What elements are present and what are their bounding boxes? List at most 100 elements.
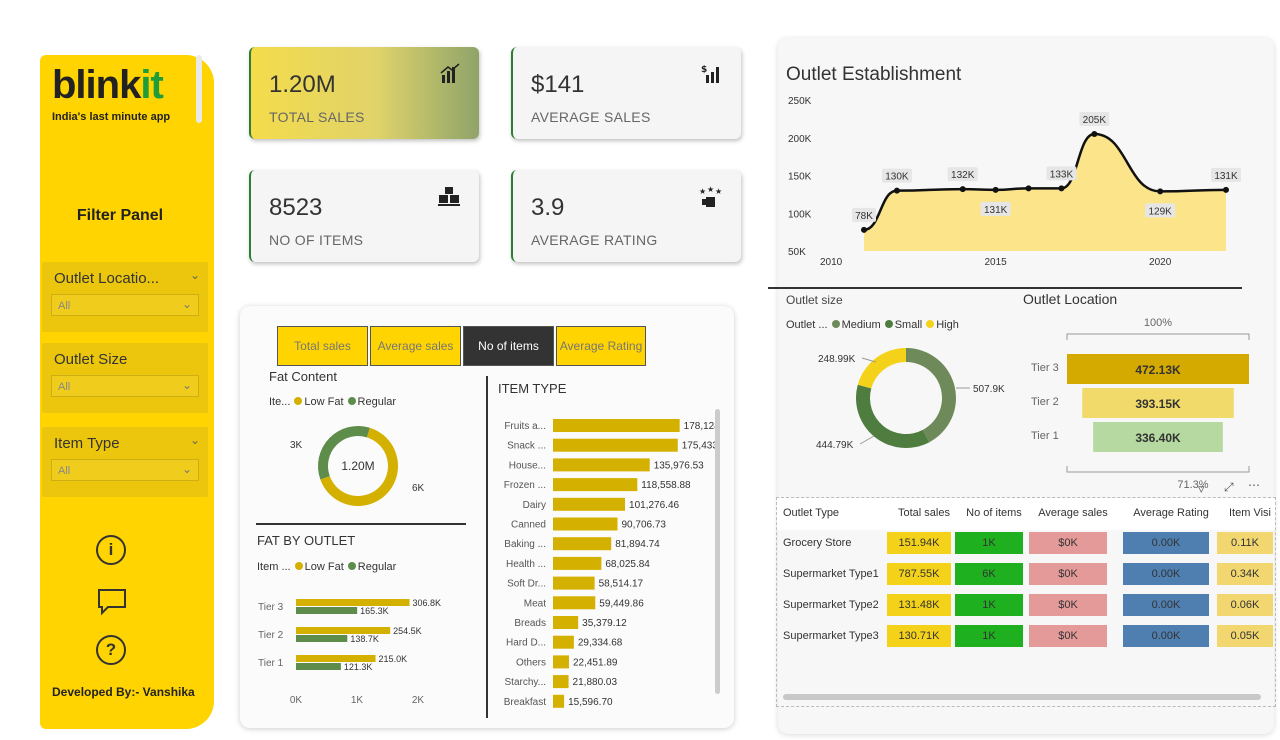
data-point: [959, 186, 966, 193]
y-tick-label: 250K: [788, 96, 812, 107]
chevron-down-icon[interactable]: ⌄: [190, 433, 200, 447]
data-label: 90,706.73: [622, 520, 667, 531]
table-cell: 131.48K: [887, 594, 951, 616]
item-type-bar: [553, 556, 602, 570]
item-type-bar: [553, 497, 626, 511]
more-options-icon[interactable]: ⋯: [1248, 478, 1260, 492]
right-panel: Outlet Establishment 250K 200K 150K 100K 50K…: [768, 38, 1276, 734]
horizontal-scrollbar[interactable]: [783, 694, 1261, 700]
stars-icon: ★ ★ ★: [699, 185, 723, 213]
tab-total-sales[interactable]: Total sales: [277, 326, 368, 366]
kpi-label: AVERAGE SALES: [531, 109, 651, 125]
data-label: 22,451.89: [573, 657, 618, 668]
y-tick-label: 150K: [788, 172, 812, 183]
expand-icon[interactable]: ⤢: [1224, 480, 1234, 495]
dollar-chart-icon: $: [701, 63, 723, 90]
bracket: [1066, 466, 1250, 473]
bar-regular: [296, 635, 348, 642]
table-row[interactable]: Grocery Store 151.94K 1K $0K 0.00K 0.11K: [777, 530, 1275, 558]
comment-icon[interactable]: [96, 587, 128, 622]
data-point: [992, 186, 999, 193]
x-tick-label: 1K: [351, 695, 364, 706]
data-label: 138.7K: [350, 634, 379, 644]
bar-low-fat: [296, 655, 376, 662]
data-label: 133K: [1050, 169, 1074, 180]
item-type-dropdown[interactable]: All ⌄: [51, 459, 199, 481]
tab-average-sales[interactable]: Average sales: [370, 326, 461, 366]
tab-average-rating[interactable]: Average Rating: [556, 326, 646, 366]
y-tick-label: 100K: [788, 209, 812, 220]
filter-icon[interactable]: ▿: [1198, 481, 1205, 497]
table-cell: 0.34K: [1217, 563, 1273, 585]
category-label: Snack ...: [507, 441, 546, 452]
data-point: [1223, 186, 1229, 193]
column-header[interactable]: Average sales: [1029, 507, 1117, 519]
column-header[interactable]: No of items: [955, 507, 1033, 519]
svg-text:$: $: [701, 65, 707, 75]
middle-panel: Total sales Average sales No of items Av…: [240, 306, 734, 728]
kpi-value: $141: [531, 71, 585, 98]
table-row[interactable]: Supermarket Type2 131.48K 1K $0K 0.00K 0.06K: [777, 592, 1275, 620]
donut-slice-medium: [906, 348, 956, 443]
kpi-label: NO OF ITEMS: [269, 232, 364, 248]
item-type-bar: [553, 616, 579, 629]
table-cell: 0.00K: [1123, 563, 1209, 585]
help-icon[interactable]: ?: [96, 635, 126, 665]
kpi-value: 1.20M: [269, 71, 336, 98]
data-point: [893, 187, 900, 194]
data-label: 81,894.74: [615, 539, 660, 550]
kpi-average-sales: $141 AVERAGE SALES $: [511, 47, 741, 139]
outlet-size-dropdown[interactable]: All ⌄: [51, 375, 199, 397]
tab-no-of-items[interactable]: No of items: [463, 326, 554, 366]
column-header[interactable]: Average Rating: [1123, 507, 1219, 519]
data-point: [1091, 130, 1098, 137]
data-label: 15,596.70: [568, 697, 613, 708]
data-point: [1025, 185, 1032, 192]
item-type-chart: Fruits a...178,124.08Snack ...175,433.92…: [504, 419, 720, 708]
outlet-establishment-title: Outlet Establishment: [786, 64, 962, 85]
category-label: Soft Dr...: [507, 579, 546, 590]
chevron-down-icon[interactable]: ⌄: [190, 268, 200, 282]
category-label: Dairy: [523, 500, 546, 511]
table-cell: 0.06K: [1217, 594, 1273, 616]
leader-line: [859, 435, 875, 445]
developer-credit: Developed By:- Vanshika: [52, 685, 195, 699]
table-row[interactable]: Supermarket Type3 130.71K 1K $0K 0.00K 0.05K: [777, 623, 1275, 651]
kpi-label: AVERAGE RATING: [531, 232, 658, 248]
table-row[interactable]: Supermarket Type1 787.55K 6K $0K 0.00K 0.34K: [777, 561, 1275, 589]
data-label: 21,880.03: [573, 677, 618, 688]
data-point: [861, 226, 867, 233]
fat-content-legend: Ite... Low Fat Regular: [269, 396, 397, 408]
data-label: 135,976.53: [654, 460, 704, 471]
data-label: 68,025.84: [605, 559, 650, 570]
funnel-top-percent: 100%: [1144, 317, 1172, 329]
svg-text:★: ★: [707, 186, 714, 194]
category-label: Breads: [514, 618, 546, 629]
outlet-location-dropdown[interactable]: All ⌄: [51, 294, 199, 316]
outlet-size-legend: Outlet ... Medium Small High: [786, 319, 959, 331]
data-label: 29,334.68: [578, 638, 623, 649]
column-header[interactable]: Outlet Type: [783, 507, 883, 519]
blinkit-logo: blinkit: [52, 63, 164, 107]
data-label: 132K: [951, 170, 975, 181]
data-label: 215.0K: [379, 654, 408, 664]
table-cell: Supermarket Type3: [783, 630, 879, 642]
kpi-total-sales: 1.20M TOTAL SALES: [249, 47, 479, 139]
item-type-bar: [553, 635, 574, 649]
column-header[interactable]: Total sales: [887, 507, 961, 519]
bracket: [1066, 333, 1250, 340]
divider: [486, 376, 488, 718]
category-label: Health ...: [506, 559, 546, 570]
table-cell: 0.00K: [1123, 594, 1209, 616]
funnel-tier-label: Tier 3: [1031, 362, 1059, 374]
info-icon[interactable]: i: [96, 535, 126, 565]
scrollbar[interactable]: [715, 409, 720, 694]
outlet-size-donut: 507.9K 444.79K 248.99K: [816, 348, 1005, 451]
column-header[interactable]: Item Visi: [1217, 507, 1280, 519]
item-type-bar: [553, 537, 612, 551]
slicer-item-type: Item Type ⌄ All ⌄: [42, 427, 208, 497]
data-label: 507.9K: [973, 384, 1005, 395]
bar-regular: [296, 663, 341, 670]
tick-label: Tier 3: [258, 602, 284, 613]
outlet-location-title: Outlet Location: [1023, 291, 1118, 307]
